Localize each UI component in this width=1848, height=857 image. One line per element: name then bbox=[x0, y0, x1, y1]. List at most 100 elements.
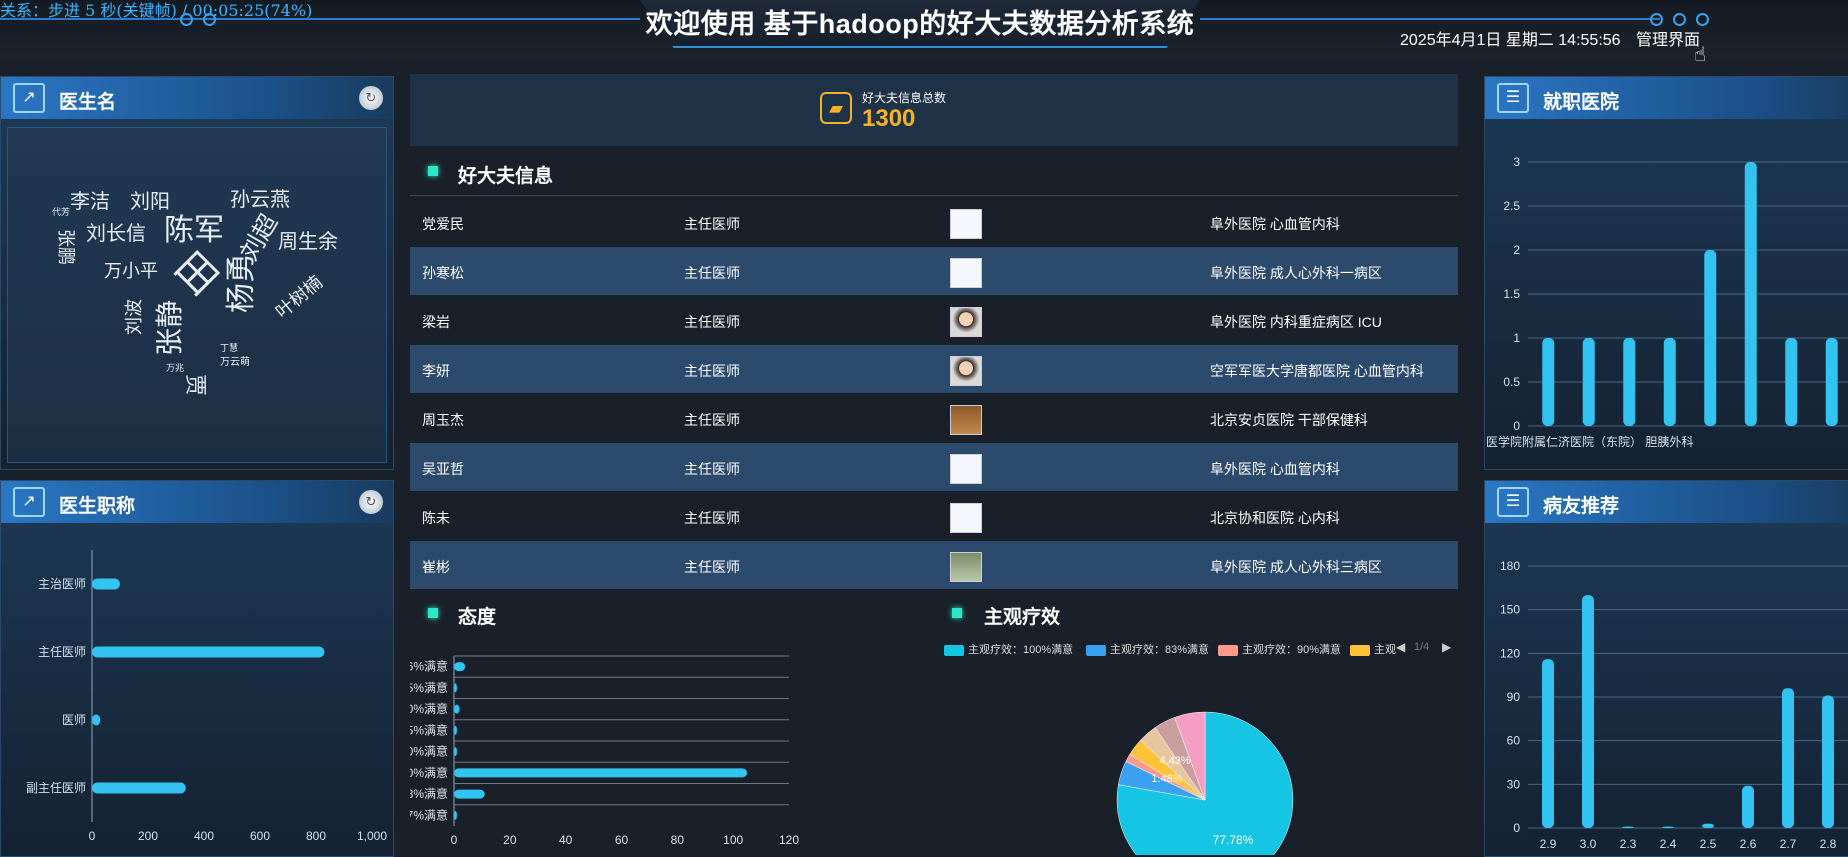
table-row[interactable]: 党爱民 主任医师 阜外医院 心血管内科 bbox=[410, 198, 1458, 246]
y-tick-label: 150 bbox=[1500, 603, 1520, 617]
legend-label: 主观疗效：100%满意 bbox=[968, 644, 1074, 656]
attitude-title: 态度 bbox=[458, 607, 497, 628]
cloud-word: 叶树楠 bbox=[271, 271, 327, 323]
hand-cursor-icon: ☝ bbox=[1694, 44, 1707, 66]
y-tick-label: 90 bbox=[1507, 690, 1521, 704]
bar bbox=[1825, 338, 1838, 426]
cloud-word: 杨勇 bbox=[225, 253, 258, 313]
doctor-avatar bbox=[950, 258, 982, 288]
attitude-chart: 0 20 40 60 80 100 120 态度：96%满意态度：95%满意态度：90%满意态… bbox=[410, 655, 799, 847]
table-row[interactable]: 崔彬 主任医师 阜外医院 成人心外科三病区 bbox=[410, 541, 1458, 589]
bar bbox=[1542, 338, 1555, 426]
doctor-avatar bbox=[950, 356, 982, 386]
legend-swatch bbox=[944, 644, 964, 656]
hospital-title: 就职医院 bbox=[1543, 92, 1620, 113]
cloud-word: 刘波 bbox=[124, 299, 144, 335]
table-row[interactable]: 陈未 主任医师 北京协和医院 心内科 bbox=[410, 492, 1458, 540]
legend-swatch bbox=[1218, 644, 1238, 656]
patient-rec-title: 病友推荐 bbox=[1543, 496, 1620, 517]
hospital-header: ☰ 就职医院 bbox=[1485, 77, 1848, 119]
legend-prev-icon[interactable]: ◀ bbox=[1396, 640, 1405, 654]
table-row[interactable]: 孙寒松 主任医师 阜外医院 成人心外科一病区 bbox=[410, 247, 1458, 295]
cell-hospital: 北京协和医院 心内科 bbox=[1210, 510, 1340, 526]
legend-label: 主观疗效：90%满意 bbox=[1242, 644, 1342, 656]
legend-next-icon[interactable]: ▶ bbox=[1442, 640, 1451, 654]
bar bbox=[454, 662, 466, 672]
y-tick-label: 态度：100%满意 bbox=[410, 765, 448, 780]
x-tick-label: 2.4 bbox=[1660, 837, 1677, 851]
cell-name: 党爱民 bbox=[422, 216, 464, 232]
cloud-word: 张静 bbox=[154, 299, 186, 357]
cell-title: 主任医师 bbox=[684, 412, 740, 428]
bar bbox=[1622, 826, 1634, 828]
cloud-word: 陈军 bbox=[164, 214, 224, 247]
section-marker bbox=[428, 608, 438, 618]
x-tick-label: 200 bbox=[138, 829, 158, 843]
y-tick-label: 态度：90%满意 bbox=[410, 701, 448, 716]
bar bbox=[1702, 823, 1714, 828]
cloud-word: 刘阳 bbox=[130, 191, 170, 213]
x-tick-label: 100 bbox=[723, 833, 743, 847]
legend-item[interactable]: 主观 bbox=[1350, 641, 1396, 657]
cell-name: 周玉杰 bbox=[422, 412, 464, 428]
page-title: 欢迎使用 基于hadoop的好大夫数据分析系统 bbox=[645, 9, 1195, 39]
bar bbox=[454, 704, 460, 714]
doctor-name-panel: ↗ 医生名 ↻ 李洁 刘阳 孙云燕 刘长信 陈军 刘超 周生余 张鹏 万小平 田… bbox=[0, 76, 394, 470]
cloud-word: 万兆 bbox=[166, 363, 185, 373]
y-tick-label: 120 bbox=[1500, 646, 1520, 660]
cell-title: 主任医师 bbox=[684, 363, 740, 379]
legend-item[interactable]: 主观疗效：100%满意 bbox=[944, 641, 1073, 657]
table-row[interactable]: 李妍 主任医师 空军军医大学唐都医院 心血管内科 bbox=[410, 345, 1458, 393]
legend-item[interactable]: 主观疗效：83%满意 bbox=[1086, 641, 1209, 657]
refresh-icon[interactable]: ↻ bbox=[359, 490, 383, 514]
bar bbox=[454, 747, 457, 757]
y-tick-label: 30 bbox=[1507, 777, 1521, 791]
cloud-word: 刘长信 bbox=[86, 223, 146, 245]
cell-hospital: 阜外医院 成人心外科一病区 bbox=[1210, 265, 1382, 281]
admin-link[interactable]: 管理界面 bbox=[1636, 26, 1700, 50]
bar bbox=[1742, 785, 1754, 828]
datetime: 2025年4月1日 星期二 14:55:56 bbox=[1400, 32, 1621, 49]
x-tick-label: 400 bbox=[194, 829, 214, 843]
x-tick-label: 20 bbox=[503, 833, 517, 847]
cell-title: 主任医师 bbox=[684, 461, 740, 477]
table-row[interactable]: 周玉杰 主任医师 北京安贞医院 干部保健科 bbox=[410, 394, 1458, 442]
bar bbox=[92, 782, 186, 794]
bar bbox=[1785, 338, 1798, 426]
bar bbox=[454, 725, 457, 735]
x-tick-label: 120 bbox=[779, 833, 799, 847]
x-axis-label: 医学院附属仁济医院（东院） 胆胰外科 bbox=[1486, 434, 1693, 449]
cloud-word: 丁慧 bbox=[220, 343, 239, 353]
y-tick-label: 态度：80%满意 bbox=[410, 744, 448, 759]
bar bbox=[1744, 162, 1757, 426]
x-tick-label: 2.9 bbox=[1540, 837, 1557, 851]
bar bbox=[1582, 338, 1595, 426]
legend-swatch bbox=[1086, 644, 1106, 656]
y-tick-label: 主治医师 bbox=[38, 577, 86, 591]
doctor-avatar bbox=[950, 454, 982, 484]
bar bbox=[1582, 595, 1594, 828]
y-tick-label: 态度：98%满意 bbox=[410, 786, 448, 801]
cell-title: 主任医师 bbox=[684, 559, 740, 575]
table-row[interactable]: 梁岩 主任医师 阜外医院 内科重症病区 ICU bbox=[410, 296, 1458, 344]
y-tick-label: 副主任医师 bbox=[26, 781, 86, 795]
cloud-word: 贾 bbox=[183, 373, 209, 397]
cloud-word: 田 bbox=[166, 244, 226, 304]
header-deco-right bbox=[1200, 18, 1660, 20]
y-tick-label: 态度：95%满意 bbox=[410, 680, 448, 695]
y-tick-label: 态度：96%满意 bbox=[410, 659, 448, 674]
doctor-name-title: 医生名 bbox=[59, 92, 117, 113]
efficacy-pie-chart: 77.78% 4.43% 1.48% bbox=[1116, 711, 1294, 855]
refresh-icon[interactable]: ↻ bbox=[359, 86, 383, 110]
y-tick-label: 0.5 bbox=[1503, 375, 1520, 389]
table-row[interactable]: 吴亚哲 主任医师 阜外医院 心血管内科 bbox=[410, 443, 1458, 491]
legend-item[interactable]: 主观疗效：90%满意 bbox=[1218, 641, 1341, 657]
doctor-name-header: ↗ 医生名 ↻ bbox=[1, 77, 393, 119]
y-tick-label: 主任医师 bbox=[38, 645, 86, 659]
x-tick-label: 0 bbox=[451, 833, 458, 847]
x-tick-label: 2.7 bbox=[1780, 837, 1797, 851]
list-icon: ☰ bbox=[1497, 83, 1529, 113]
cloud-word: 孙云燕 bbox=[230, 189, 290, 211]
y-tick-label: 态度：85%满意 bbox=[410, 722, 448, 737]
stack-icon: ▰ bbox=[820, 92, 852, 124]
